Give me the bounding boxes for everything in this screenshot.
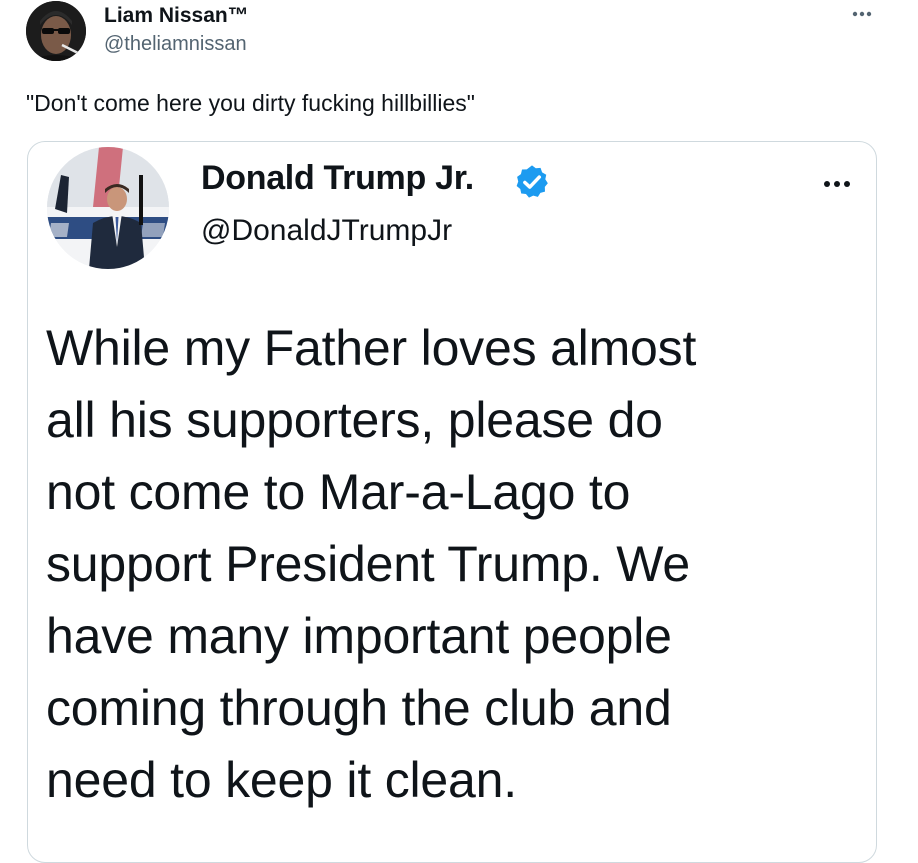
quoted-more-options-button[interactable] [816,174,858,194]
more-options-button[interactable] [846,4,878,24]
quoted-text-line: need to keep it clean. [46,752,517,808]
author-name[interactable]: Liam Nissan™ [104,4,249,28]
author-avatar[interactable] [26,1,86,61]
ellipsis-icon [852,11,872,17]
quoted-author-avatar[interactable] [47,147,169,269]
ellipsis-icon [824,181,850,187]
quoted-text-line: support President Trump. We [46,536,690,592]
quoted-tweet-text: While my Father loves almost all his sup… [46,312,866,816]
quoted-tweet-card[interactable]: Donald Trump Jr. @DonaldJTrumpJr While m… [27,141,877,863]
author-handle[interactable]: @theliamnissan [104,33,247,56]
quoted-author-name[interactable]: Donald Trump Jr. [201,159,474,198]
tweet: Liam Nissan™ @theliamnissan "Don't come … [0,0,918,863]
quoted-text-line: coming through the club and [46,680,672,736]
quoted-text-line: have many important people [46,608,672,664]
quoted-text-line: While my Father loves almost [46,320,697,376]
verified-badge-icon [516,165,548,198]
tweet-text: "Don't come here you dirty fucking hillb… [26,90,475,116]
quoted-text-line: not come to Mar-a-Lago to [46,464,631,520]
quoted-text-line: all his supporters, please do [46,392,663,448]
quoted-author-handle[interactable]: @DonaldJTrumpJr [201,214,452,248]
